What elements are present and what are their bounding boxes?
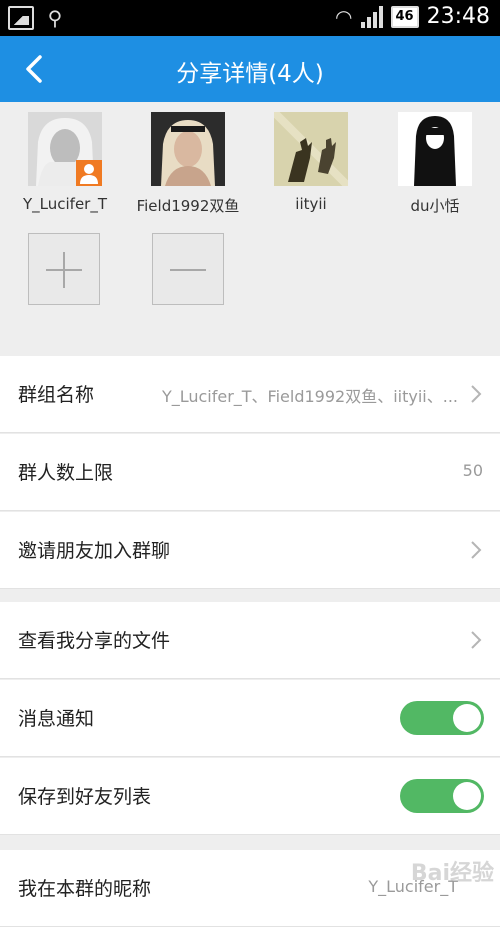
avatar (151, 112, 225, 186)
chevron-right-icon (470, 384, 482, 404)
row-label: 消息通知 (18, 708, 95, 730)
member-item[interactable]: Y_Lucifer_T (10, 102, 120, 213)
notification-toggle[interactable] (400, 701, 484, 735)
save-to-contacts-row: 保存到好友列表 (0, 758, 500, 835)
owner-badge (76, 160, 102, 186)
battery-indicator: 46 (390, 5, 419, 28)
group-name-value: Y_Lucifer_T、Field1992双鱼、iityii、... (161, 387, 458, 406)
clock: 23:48 (426, 4, 490, 29)
usb-icon: ⚲ (47, 6, 63, 30)
invite-friends-row[interactable]: 邀请朋友加入群聊 (0, 512, 500, 589)
chevron-right-icon (470, 630, 482, 650)
my-shared-files-row[interactable]: 查看我分享的文件 (0, 602, 500, 679)
member-limit-row: 群人数上限 50 (0, 434, 500, 511)
watermark: Bai经验 (410, 861, 494, 886)
member-item[interactable]: du小恬 (380, 102, 490, 216)
member-item[interactable]: iityii (256, 102, 366, 213)
save-contacts-toggle[interactable] (400, 779, 484, 813)
remove-member-button[interactable] (152, 233, 224, 305)
row-label: 邀请朋友加入群聊 (18, 540, 171, 562)
row-label: 群人数上限 (18, 462, 114, 484)
toggle-knob (453, 782, 481, 810)
member-name: iityii (295, 195, 327, 213)
chevron-right-icon (470, 540, 482, 560)
member-name: Field1992双鱼 (136, 197, 240, 215)
avatar (398, 112, 472, 186)
toggle-knob (453, 704, 481, 732)
group-name-row[interactable]: 群组名称 Y_Lucifer_T、Field1992双鱼、iityii、... (0, 356, 500, 433)
status-bar: ⚲ ◠ 46 23:48 (0, 0, 500, 36)
avatar (274, 112, 348, 186)
row-label: 查看我分享的文件 (18, 630, 171, 652)
add-member-button[interactable] (28, 233, 100, 305)
member-item[interactable]: Field1992双鱼 (133, 102, 243, 216)
person-icon (80, 164, 98, 184)
row-label: 保存到好友列表 (18, 786, 152, 808)
member-grid: Y_Lucifer_T Field1992双鱼 iityii du小恬 (0, 102, 500, 356)
page-title: 分享详情(4人) (176, 61, 324, 87)
wifi-icon: ◠ (335, 4, 353, 29)
member-limit-value: 50 (462, 461, 483, 480)
member-name: Y_Lucifer_T (22, 195, 108, 213)
signal-icon (360, 5, 383, 28)
notification-row: 消息通知 (0, 680, 500, 757)
title-bar: 分享详情(4人) (0, 36, 500, 102)
row-label: 我在本群的昵称 (18, 878, 152, 900)
row-label: 群组名称 (18, 384, 95, 406)
image-icon (8, 6, 34, 30)
member-name: du小恬 (410, 197, 460, 215)
avatar (28, 112, 102, 186)
